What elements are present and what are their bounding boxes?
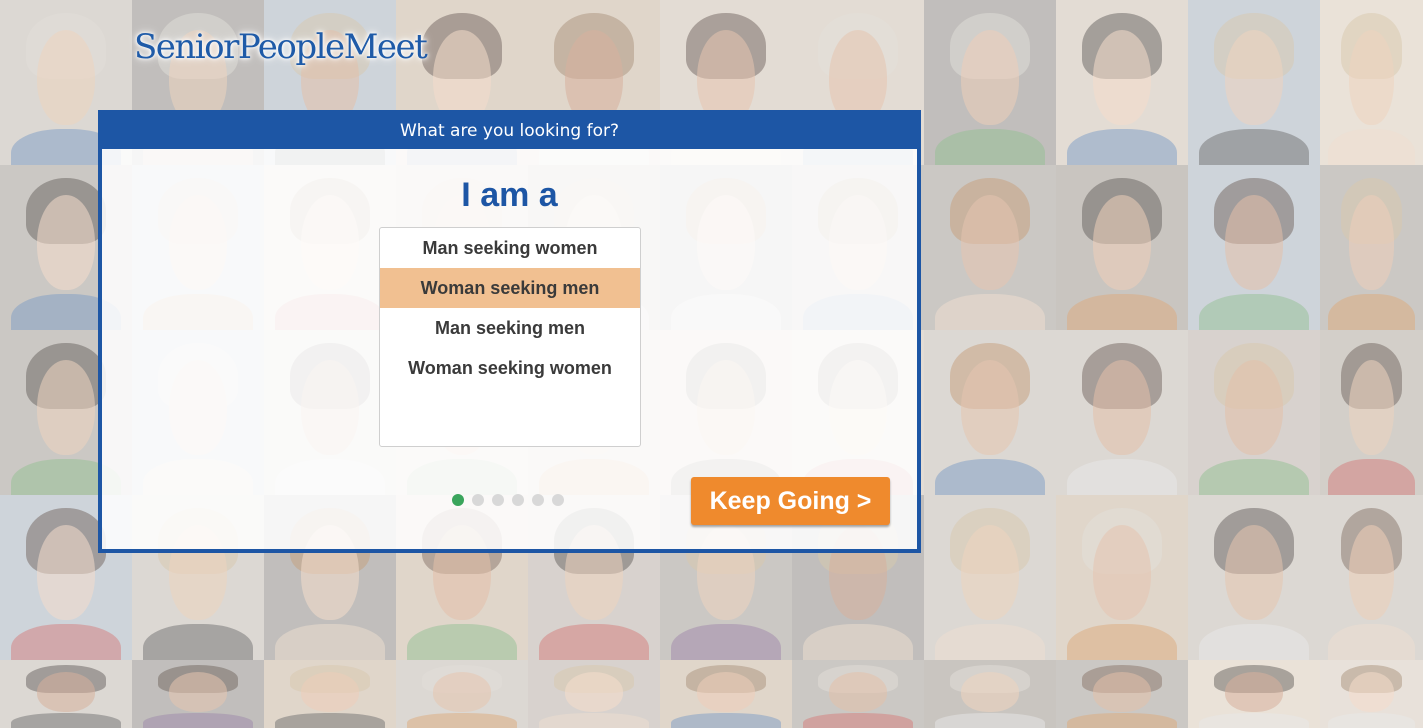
- option-man-seeking-men[interactable]: Man seeking men: [380, 308, 640, 348]
- option-woman-seeking-men[interactable]: Woman seeking men: [380, 268, 640, 308]
- step-dot: [552, 494, 564, 506]
- option-woman-seeking-women[interactable]: Woman seeking women: [380, 348, 640, 388]
- preference-dialog: What are you looking for? I am a Man see…: [98, 110, 921, 553]
- keep-going-button[interactable]: Keep Going >: [691, 477, 890, 525]
- site-logo[interactable]: SeniorPeopleMeet: [134, 27, 428, 67]
- step-dot: [452, 494, 464, 506]
- dialog-title: I am a: [461, 176, 558, 214]
- step-dot: [512, 494, 524, 506]
- dialog-header: What are you looking for?: [102, 114, 917, 149]
- step-dot: [532, 494, 544, 506]
- step-progress-dots: [452, 494, 564, 506]
- seeking-option-list[interactable]: Man seeking women Woman seeking men Man …: [379, 227, 641, 447]
- step-dot: [472, 494, 484, 506]
- step-dot: [492, 494, 504, 506]
- option-man-seeking-women[interactable]: Man seeking women: [380, 228, 640, 268]
